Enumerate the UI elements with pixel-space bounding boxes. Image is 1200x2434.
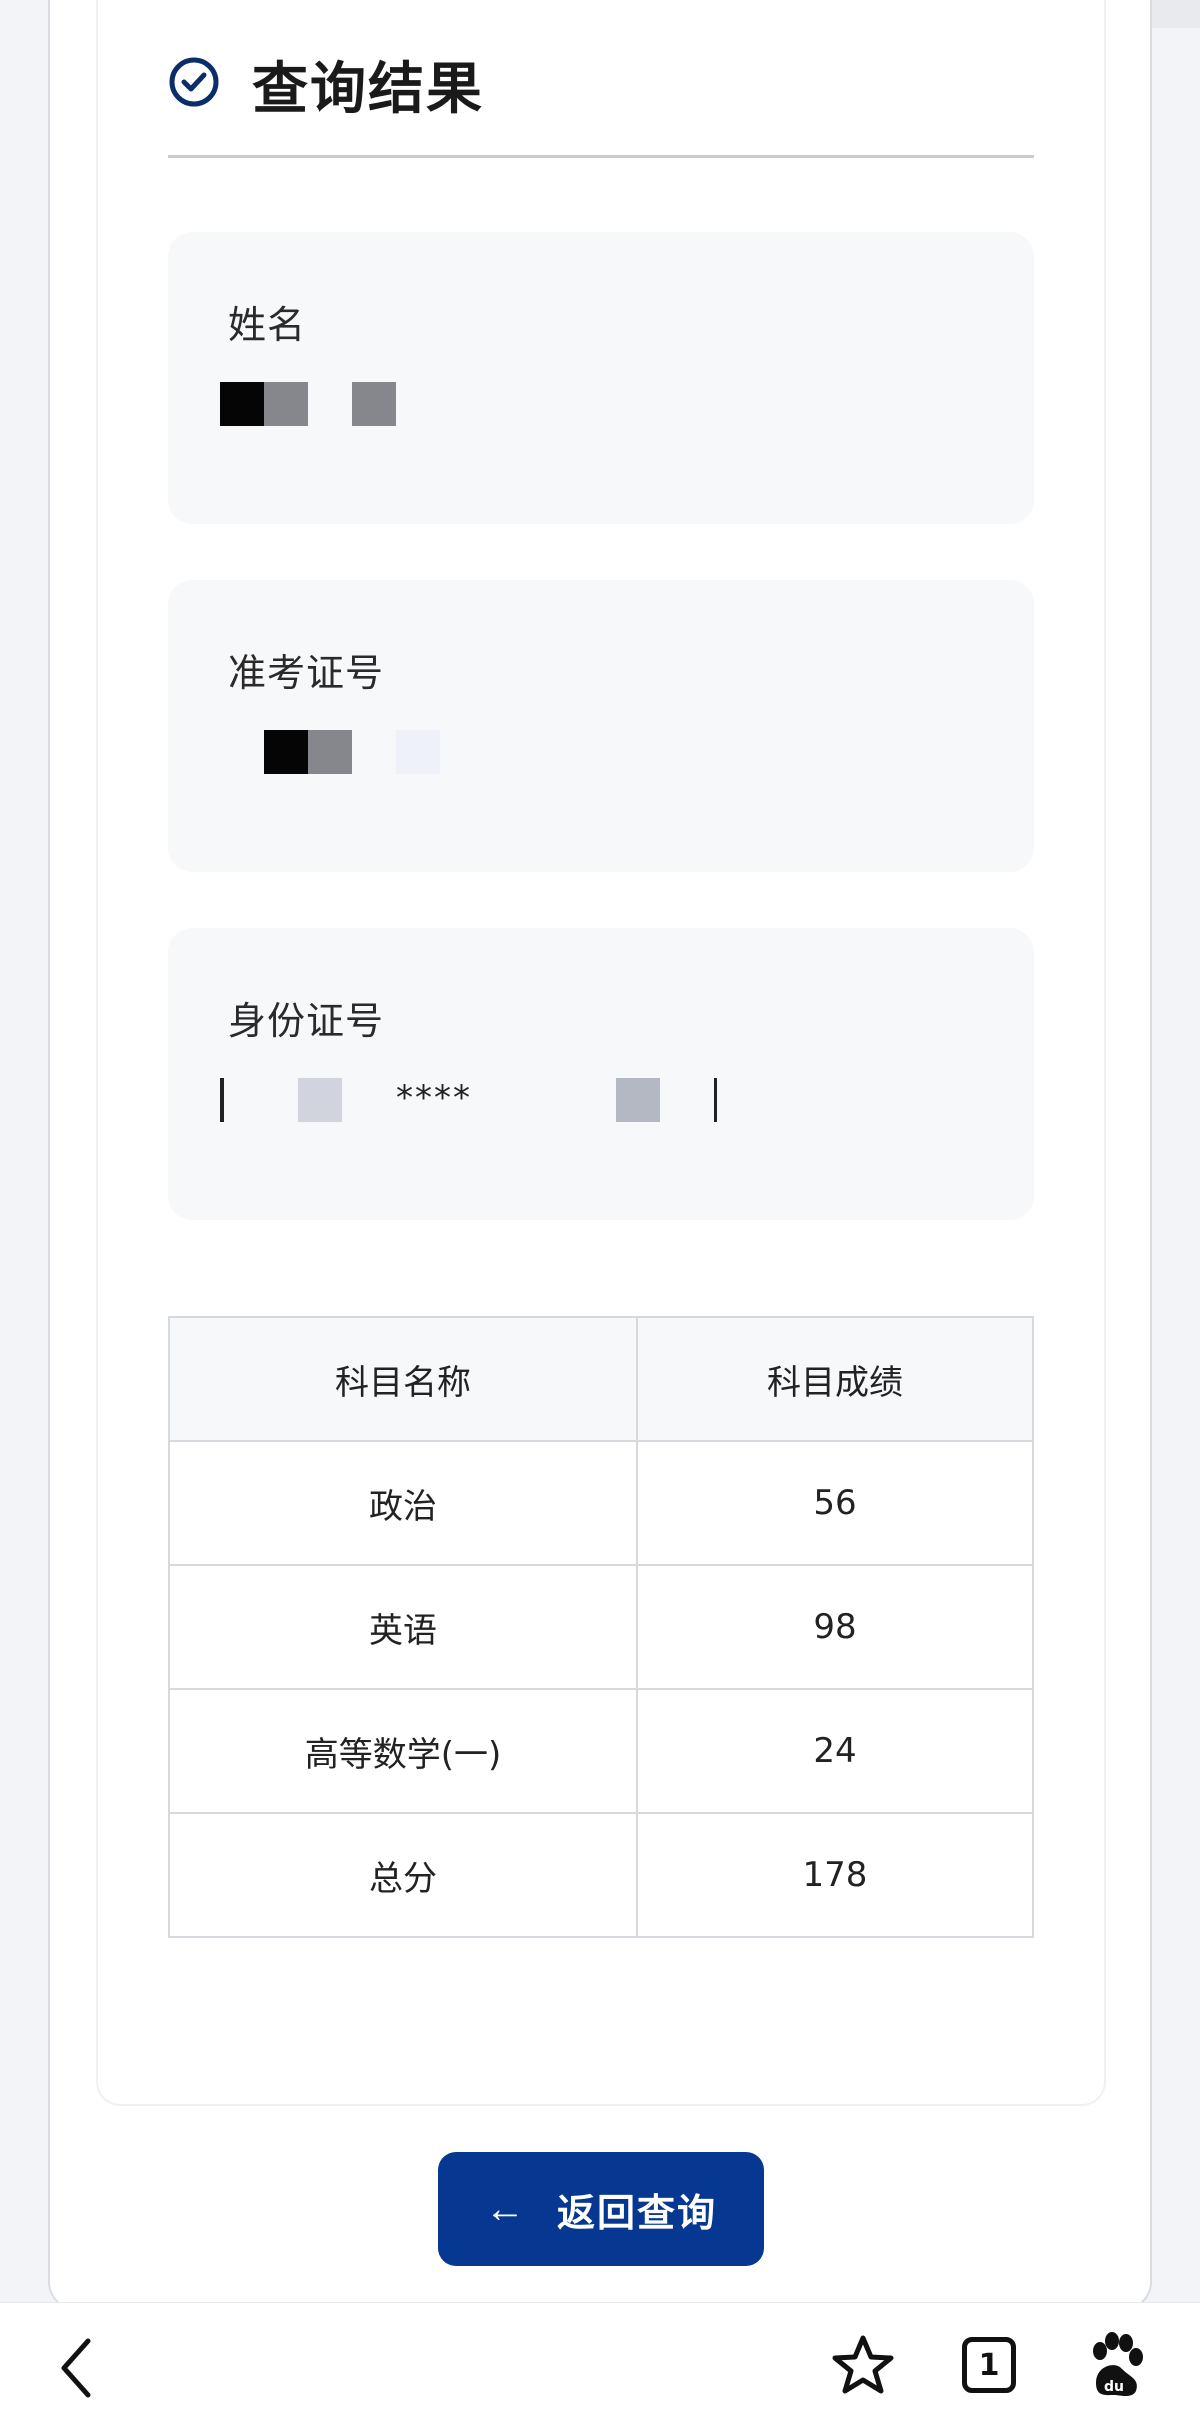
name-value-redacted [220, 382, 920, 428]
redaction-block [220, 1078, 240, 1122]
redaction-block [264, 382, 308, 426]
admission-number-field-box: 准考证号 [168, 580, 1034, 872]
subject-cell: 总分 [168, 1812, 638, 1938]
redaction-block [396, 730, 440, 774]
redaction-block [714, 1078, 732, 1122]
subject-cell: 高等数学(一) [168, 1688, 638, 1814]
redaction-block [352, 382, 396, 426]
svg-text:du: du [1104, 2379, 1124, 2395]
redaction-block [298, 1078, 342, 1122]
tab-count: 1 [978, 2347, 1000, 2383]
table-row: 英语 98 [168, 1564, 1034, 1690]
table-row: 政治 56 [168, 1440, 1034, 1566]
back-to-query-button[interactable]: ← 返回查询 [438, 2152, 764, 2266]
column-header-subject: 科目名称 [168, 1316, 638, 1442]
admission-number-value-redacted [220, 730, 920, 776]
redaction-block [220, 382, 264, 426]
redaction-block [308, 730, 352, 774]
baidu-paw-icon[interactable]: du [1086, 2331, 1146, 2401]
admission-number-label: 准考证号 [228, 651, 385, 695]
score-cell: 24 [636, 1688, 1034, 1814]
subject-cell: 政治 [168, 1440, 638, 1566]
page-title: 查询结果 [252, 57, 484, 122]
star-icon[interactable] [830, 2333, 896, 2399]
redaction-block [616, 1078, 660, 1122]
table-header-row: 科目名称 科目成绩 [168, 1316, 1034, 1442]
id-number-field-box: 身份证号 **** [168, 928, 1034, 1220]
column-header-score: 科目成绩 [636, 1316, 1034, 1442]
score-cell: 56 [636, 1440, 1034, 1566]
table-row: 高等数学(一) 24 [168, 1688, 1034, 1814]
result-header: 查询结果 [168, 40, 1034, 158]
browser-bottom-bar: 1 du [0, 2302, 1200, 2434]
id-number-label: 身份证号 [228, 999, 385, 1043]
table-row: 总分 178 [168, 1812, 1034, 1938]
id-number-value-redacted: **** [220, 1078, 920, 1124]
back-button-label: 返回查询 [556, 2192, 717, 2235]
name-label: 姓名 [228, 303, 307, 347]
id-masked-digits: **** [396, 1078, 472, 1118]
tabs-icon[interactable]: 1 [962, 2337, 1016, 2393]
redaction-block [264, 730, 308, 774]
arrow-left-icon: ← [484, 2186, 527, 2231]
score-table: 科目名称 科目成绩 政治 56 英语 98 高等数学(一) 24 总分 178 [168, 1316, 1034, 1938]
back-chevron-icon[interactable] [56, 2333, 96, 2403]
subject-cell: 英语 [168, 1564, 638, 1690]
score-cell: 98 [636, 1564, 1034, 1690]
name-field-box: 姓名 [168, 232, 1034, 524]
score-cell: 178 [636, 1812, 1034, 1938]
check-circle-icon [169, 57, 219, 107]
